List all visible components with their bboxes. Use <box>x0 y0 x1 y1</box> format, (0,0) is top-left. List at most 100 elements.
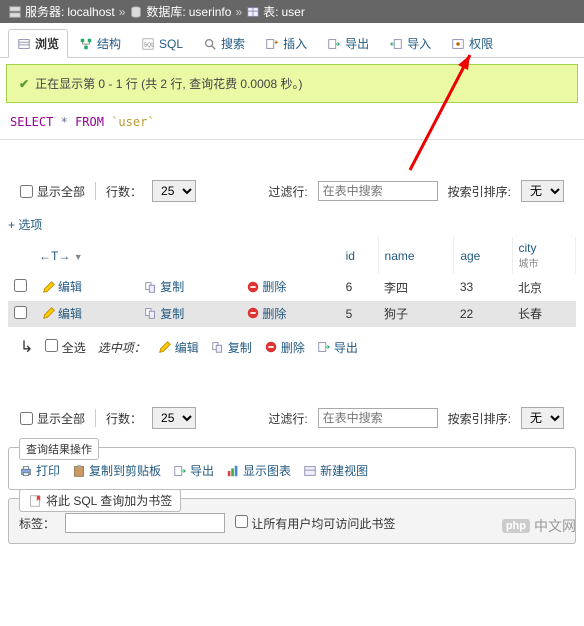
row-checkbox[interactable] <box>14 306 27 319</box>
bookmark-allow-all[interactable]: 让所有用户均可访问此书签 <box>235 515 395 532</box>
ops-title: 查询结果操作 <box>19 438 99 460</box>
tab-import[interactable]: 导入 <box>380 29 440 57</box>
query-result-ops: 查询结果操作 打印 复制到剪贴板 导出 显示图表 新建视图 <box>8 447 576 490</box>
ops-clipboard[interactable]: 复制到剪贴板 <box>72 462 161 479</box>
show-all-checkbox[interactable]: 显示全部 <box>20 183 85 200</box>
bulk-export[interactable]: 导出 <box>317 339 358 356</box>
privileges-icon <box>451 37 465 51</box>
sort-indicator-icon: ▼ <box>74 252 83 262</box>
tab-privileges[interactable]: 权限 <box>442 29 502 57</box>
copy-icon <box>211 340 225 354</box>
breadcrumb-server[interactable]: 服务器: localhost <box>8 3 115 20</box>
tab-structure[interactable]: 结构 <box>70 29 130 57</box>
breadcrumb-table[interactable]: 表: user <box>246 3 305 20</box>
delete-icon <box>264 340 278 354</box>
import-icon <box>389 37 403 51</box>
sort-label: 按索引排序: <box>448 183 511 200</box>
col-id[interactable]: id <box>340 237 378 274</box>
sort-select-2[interactable]: 无 <box>521 407 564 429</box>
options-toggle[interactable]: + 选项 <box>0 212 584 237</box>
arrow-up-icon: ↳ <box>20 337 33 357</box>
rows-label-2: 行数： <box>106 410 142 427</box>
export-icon <box>327 37 341 51</box>
filter-input[interactable] <box>318 181 438 201</box>
chart-icon <box>226 464 240 478</box>
ops-export[interactable]: 导出 <box>173 462 214 479</box>
cell-id: 6 <box>340 274 378 301</box>
show-all-checkbox-2[interactable]: 显示全部 <box>20 410 85 427</box>
row-copy[interactable]: 复制 <box>141 305 187 322</box>
database-icon <box>129 5 143 19</box>
delete-icon <box>246 280 260 294</box>
php-logo-icon: php <box>502 519 530 533</box>
browse-icon <box>17 37 31 51</box>
with-selected-label: 选中项： <box>98 339 146 356</box>
bookmark-input[interactable] <box>65 513 225 533</box>
status-message: ✔ 正在显示第 0 - 1 行 (共 2 行, 查询花费 0.0008 秒。) <box>6 64 578 103</box>
tab-insert[interactable]: 插入 <box>256 29 316 57</box>
structure-icon <box>79 37 93 51</box>
rows-select[interactable]: 25 <box>152 180 196 202</box>
view-icon <box>303 464 317 478</box>
tab-sql[interactable]: SQLSQL <box>132 29 192 57</box>
pencil-icon <box>42 280 56 294</box>
rows-select-2[interactable]: 25 <box>152 407 196 429</box>
cell-name: 李四 <box>378 274 454 301</box>
cell-name: 狗子 <box>378 301 454 328</box>
col-actions[interactable]: ←T→ ▼ <box>33 237 340 274</box>
select-all-checkbox[interactable]: 全选 <box>45 339 85 356</box>
server-icon <box>8 5 22 19</box>
svg-text:SQL: SQL <box>144 42 155 48</box>
watermark: php 中文网 <box>502 516 576 536</box>
cell-age: 22 <box>454 301 512 328</box>
bulk-delete[interactable]: 删除 <box>264 339 305 356</box>
controls-top: 显示全部 行数： 25 过滤行: 按索引排序: 无 <box>0 170 584 212</box>
row-edit[interactable]: 编辑 <box>39 278 85 295</box>
filter-label-2: 过滤行: <box>268 410 307 427</box>
row-copy[interactable]: 复制 <box>141 278 187 295</box>
row-edit[interactable]: 编辑 <box>39 305 85 322</box>
table-row: 编辑 复制 删除 6 李四 33 北京 <box>8 274 576 301</box>
copy-icon <box>144 306 158 320</box>
bookmark-icon <box>28 494 42 508</box>
sort-select[interactable]: 无 <box>521 180 564 202</box>
col-city[interactable]: city城市 <box>512 237 576 274</box>
sql-query-display: SELECT * FROM `user` <box>0 109 584 140</box>
sort-label-2: 按索引排序: <box>448 410 511 427</box>
ops-print[interactable]: 打印 <box>19 462 60 479</box>
delete-icon <box>246 306 260 320</box>
filter-input-2[interactable] <box>318 408 438 428</box>
cell-city: 北京 <box>512 274 576 301</box>
pencil-icon <box>158 340 172 354</box>
results-table: ←T→ ▼ id name age city城市 编辑 复制 删除 6 李四 3… <box>8 237 576 327</box>
ops-view[interactable]: 新建视图 <box>303 462 368 479</box>
breadcrumb-bar: 服务器: localhost » 数据库: userinfo » 表: user <box>0 0 584 23</box>
col-age[interactable]: age <box>454 237 512 274</box>
controls-bottom: 显示全部 行数： 25 过滤行: 按索引排序: 无 <box>0 397 584 439</box>
export-icon <box>173 464 187 478</box>
export-icon <box>317 340 331 354</box>
col-name[interactable]: name <box>378 237 454 274</box>
tab-export[interactable]: 导出 <box>318 29 378 57</box>
row-delete[interactable]: 删除 <box>243 305 289 322</box>
row-delete[interactable]: 删除 <box>243 278 289 295</box>
bulk-actions: ↳ 全选 选中项： 编辑 复制 删除 导出 <box>0 327 584 367</box>
tab-bar: 浏览 结构 SQLSQL 搜索 插入 导出 导入 权限 <box>0 23 584 58</box>
clipboard-icon <box>72 464 86 478</box>
row-checkbox[interactable] <box>14 279 27 292</box>
bulk-edit[interactable]: 编辑 <box>158 339 199 356</box>
tab-search[interactable]: 搜索 <box>194 29 254 57</box>
sql-icon: SQL <box>141 37 155 51</box>
cell-id: 5 <box>340 301 378 328</box>
print-icon <box>19 464 33 478</box>
tab-browse[interactable]: 浏览 <box>8 29 68 58</box>
breadcrumb-database[interactable]: 数据库: userinfo <box>129 3 231 20</box>
cell-city: 长春 <box>512 301 576 328</box>
table-row: 编辑 复制 删除 5 狗子 22 长春 <box>8 301 576 328</box>
ops-chart[interactable]: 显示图表 <box>226 462 291 479</box>
bookmark-title: 将此 SQL 查询加为书签 <box>19 489 181 512</box>
copy-icon <box>144 280 158 294</box>
search-icon <box>203 37 217 51</box>
bulk-copy[interactable]: 复制 <box>211 339 252 356</box>
pencil-icon <box>42 306 56 320</box>
